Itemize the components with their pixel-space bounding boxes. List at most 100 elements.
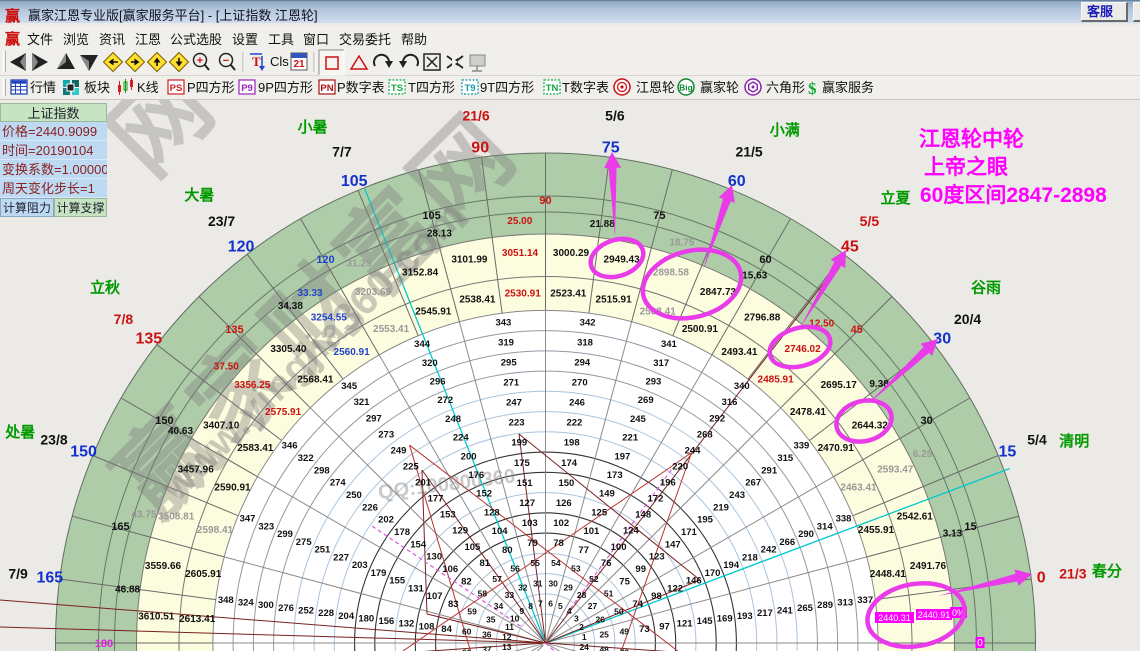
svg-text:3610.51: 3610.51 bbox=[138, 612, 175, 623]
svg-text:106: 106 bbox=[442, 564, 458, 575]
svg-text:4: 4 bbox=[567, 606, 572, 616]
svg-text:341: 341 bbox=[661, 339, 678, 350]
svg-text:247: 247 bbox=[506, 398, 522, 409]
svg-text:324: 324 bbox=[238, 598, 255, 609]
svg-text:TS: TS bbox=[391, 83, 403, 94]
svg-text:28.13: 28.13 bbox=[427, 229, 452, 240]
svg-text:21.88: 21.88 bbox=[590, 219, 615, 230]
svg-text:198: 198 bbox=[564, 438, 580, 449]
svg-text:6: 6 bbox=[548, 598, 553, 608]
svg-text:104: 104 bbox=[492, 526, 509, 537]
svg-text:2796.88: 2796.88 bbox=[744, 313, 781, 324]
svg-text:3305.40: 3305.40 bbox=[270, 344, 307, 355]
svg-text:296: 296 bbox=[430, 377, 446, 388]
svg-text:2515.91: 2515.91 bbox=[596, 295, 633, 306]
svg-text:131: 131 bbox=[408, 583, 425, 594]
svg-text:9: 9 bbox=[519, 606, 524, 616]
svg-text:33.33: 33.33 bbox=[297, 288, 322, 299]
svg-text:174: 174 bbox=[561, 458, 578, 469]
svg-text:34: 34 bbox=[494, 601, 504, 611]
svg-text:21/6: 21/6 bbox=[462, 108, 489, 124]
svg-text:2746.02: 2746.02 bbox=[785, 344, 822, 355]
svg-text:37.50: 37.50 bbox=[214, 362, 239, 373]
svg-text:Cls: Cls bbox=[270, 54, 289, 69]
svg-text:97: 97 bbox=[659, 621, 670, 632]
svg-text:101: 101 bbox=[583, 526, 600, 537]
svg-text:224: 224 bbox=[453, 433, 470, 444]
svg-text:24: 24 bbox=[579, 642, 589, 651]
svg-text:246: 246 bbox=[569, 398, 585, 409]
svg-text:105: 105 bbox=[422, 210, 440, 222]
svg-text:179: 179 bbox=[371, 568, 387, 579]
svg-text:3152.84: 3152.84 bbox=[402, 268, 439, 279]
svg-text:13: 13 bbox=[502, 642, 512, 651]
svg-text:107: 107 bbox=[427, 591, 443, 602]
svg-text:201: 201 bbox=[415, 478, 432, 489]
svg-text:73: 73 bbox=[639, 624, 650, 635]
svg-text:317: 317 bbox=[653, 358, 669, 369]
svg-text:169: 169 bbox=[717, 613, 733, 624]
svg-text:5/6: 5/6 bbox=[605, 108, 625, 124]
svg-text:321: 321 bbox=[354, 397, 371, 408]
svg-text:2593.47: 2593.47 bbox=[877, 465, 914, 476]
svg-text:3.13: 3.13 bbox=[943, 529, 963, 540]
svg-text:2485.91: 2485.91 bbox=[758, 375, 795, 386]
svg-text:谷雨: 谷雨 bbox=[971, 280, 1001, 297]
svg-text:220: 220 bbox=[672, 462, 688, 473]
svg-text:5/5: 5/5 bbox=[860, 213, 880, 229]
svg-text:+: + bbox=[197, 55, 203, 67]
svg-text:252: 252 bbox=[298, 606, 314, 617]
svg-text:225: 225 bbox=[403, 462, 420, 473]
svg-text:316: 316 bbox=[722, 397, 738, 408]
svg-text:150: 150 bbox=[155, 415, 173, 427]
svg-text:26: 26 bbox=[595, 614, 605, 624]
svg-text:177: 177 bbox=[428, 494, 444, 505]
svg-text:180: 180 bbox=[95, 638, 113, 650]
svg-text:197: 197 bbox=[614, 451, 630, 462]
svg-text:T9: T9 bbox=[464, 83, 475, 94]
svg-text:2695.17: 2695.17 bbox=[821, 380, 858, 391]
svg-text:2553.41: 2553.41 bbox=[373, 324, 410, 335]
svg-text:28: 28 bbox=[577, 590, 587, 600]
svg-text:3457.96: 3457.96 bbox=[178, 465, 215, 476]
svg-text:2440.31: 2440.31 bbox=[878, 613, 911, 623]
svg-text:32: 32 bbox=[518, 582, 528, 592]
svg-text:T数字表: T数字表 bbox=[562, 80, 609, 95]
svg-text:339: 339 bbox=[793, 441, 809, 452]
svg-text:78: 78 bbox=[553, 538, 564, 549]
svg-text:178: 178 bbox=[394, 527, 410, 538]
svg-text:251: 251 bbox=[314, 545, 331, 556]
svg-text:340: 340 bbox=[734, 381, 750, 392]
svg-text:99: 99 bbox=[635, 564, 646, 575]
svg-text:271: 271 bbox=[503, 378, 520, 389]
svg-text:150: 150 bbox=[558, 478, 574, 489]
svg-text:248: 248 bbox=[445, 414, 461, 425]
svg-text:151: 151 bbox=[517, 478, 534, 489]
svg-text:60度区间2847-2898: 60度区间2847-2898 bbox=[920, 183, 1107, 207]
svg-text:124: 124 bbox=[623, 526, 640, 537]
svg-text:27: 27 bbox=[588, 601, 598, 611]
svg-text:75: 75 bbox=[602, 139, 620, 156]
svg-text:3203.69: 3203.69 bbox=[355, 287, 392, 298]
svg-text:82: 82 bbox=[461, 576, 472, 587]
svg-text:46.88: 46.88 bbox=[115, 585, 140, 596]
svg-text:0: 0 bbox=[977, 638, 983, 649]
svg-text:30: 30 bbox=[548, 578, 558, 588]
svg-text:120: 120 bbox=[316, 254, 334, 266]
svg-text:219: 219 bbox=[713, 502, 729, 513]
svg-text:3508.81: 3508.81 bbox=[158, 512, 195, 523]
svg-text:大暑: 大暑 bbox=[184, 186, 214, 204]
svg-text:165: 165 bbox=[111, 521, 129, 533]
svg-text:T四方形: T四方形 bbox=[408, 80, 455, 95]
svg-text:276: 276 bbox=[278, 603, 294, 614]
svg-text:3356.25: 3356.25 bbox=[234, 380, 271, 391]
svg-text:126: 126 bbox=[556, 498, 572, 509]
svg-text:25: 25 bbox=[599, 629, 609, 639]
svg-text:行情: 行情 bbox=[30, 80, 56, 95]
svg-text:98: 98 bbox=[651, 591, 662, 602]
svg-text:199: 199 bbox=[511, 438, 527, 449]
svg-text:2470.91: 2470.91 bbox=[818, 443, 855, 454]
svg-text:272: 272 bbox=[437, 395, 453, 406]
svg-text:345: 345 bbox=[341, 381, 358, 392]
svg-text:57: 57 bbox=[492, 574, 502, 584]
